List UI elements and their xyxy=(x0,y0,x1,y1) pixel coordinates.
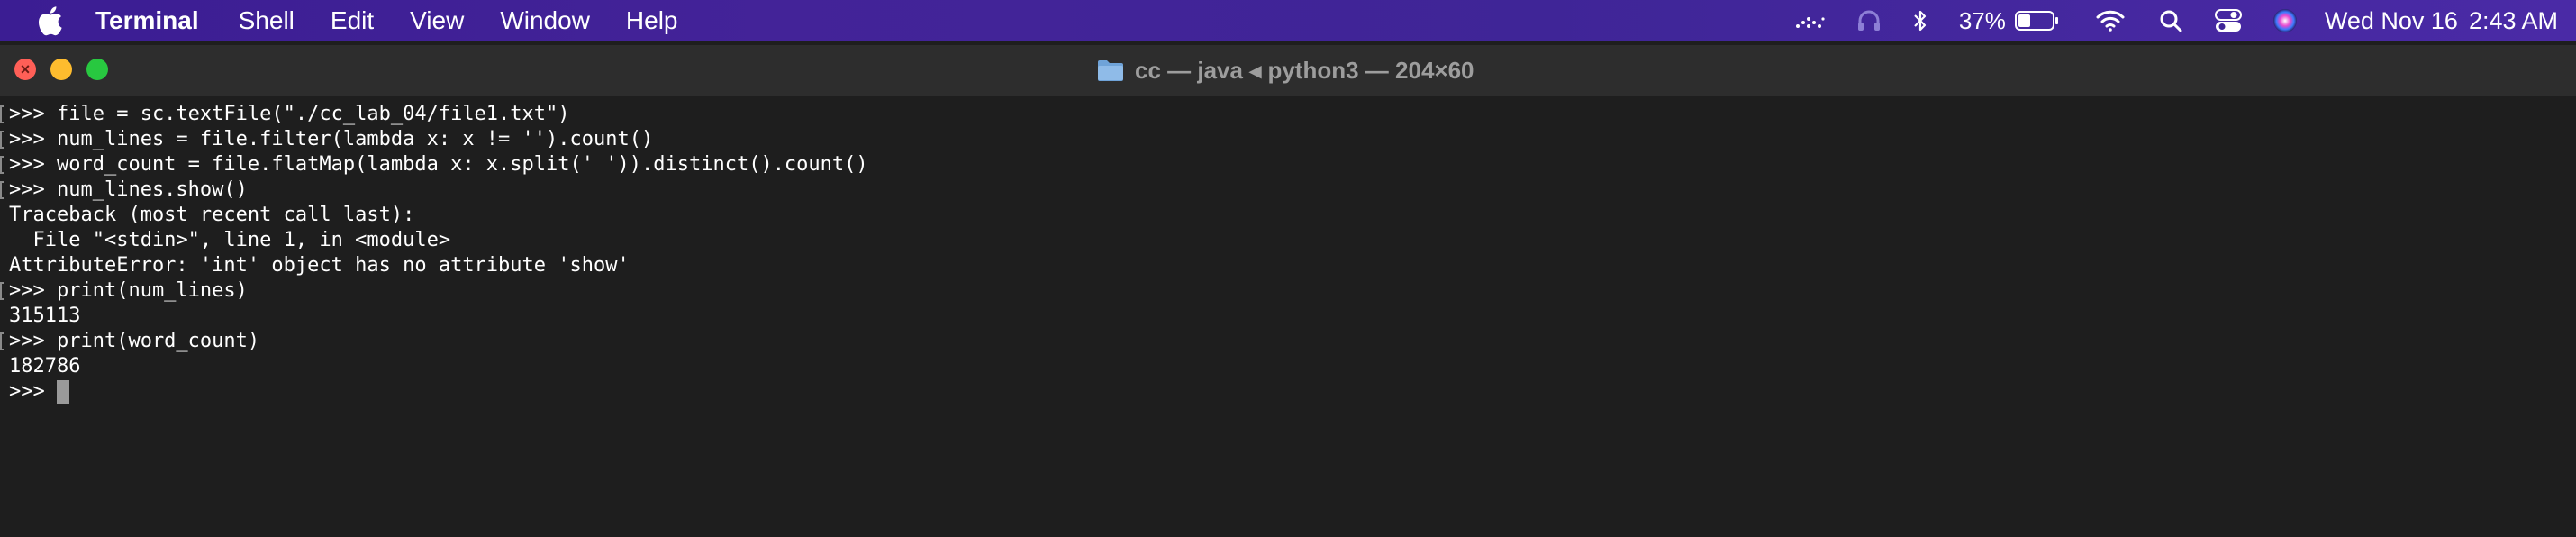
control-center-icon[interactable] xyxy=(2214,0,2242,41)
siri-icon[interactable] xyxy=(2272,0,2298,41)
line-text: 315113 xyxy=(9,305,81,327)
title-bar[interactable]: × cc — java ◂ python3 — 204×60 xyxy=(0,45,2576,96)
menu-window[interactable]: Window xyxy=(500,6,590,35)
prompt-mark xyxy=(0,332,4,350)
menu-bar: Terminal Shell Edit View Window Help 37%… xyxy=(0,0,2576,41)
prompt-mark xyxy=(0,156,4,174)
search-icon[interactable] xyxy=(2159,0,2182,41)
terminal-output[interactable]: >>> file = sc.textFile("./cc_lab_04/file… xyxy=(0,96,2576,537)
line-text: >>> print(num_lines) xyxy=(9,279,248,302)
apple-menu-icon[interactable] xyxy=(32,5,67,37)
clock[interactable]: Wed Nov 16 2:43 AM xyxy=(2325,7,2558,35)
line-text: >>> file = sc.textFile("./cc_lab_04/file… xyxy=(9,103,570,125)
date-text: Wed Nov 16 xyxy=(2324,6,2458,34)
terminal-line: >>> file = sc.textFile("./cc_lab_04/file… xyxy=(0,102,2576,127)
window-title: cc — java ◂ python3 — 204×60 xyxy=(1097,45,1474,96)
headphones-icon[interactable] xyxy=(1856,0,1882,41)
text-cursor xyxy=(56,380,69,404)
line-text: >>> word_count = file.flatMap(lambda x: … xyxy=(9,153,868,176)
terminal-line: AttributeError: 'int' object has no attr… xyxy=(0,253,2576,278)
line-text: File "<stdin>", line 1, in <module> xyxy=(9,229,451,251)
prompt-mark xyxy=(0,282,4,300)
close-icon: × xyxy=(20,60,31,78)
prompt-mark xyxy=(0,181,4,199)
terminal-line: >>> num_lines.show() xyxy=(0,177,2576,203)
terminal-line: >>> print(num_lines) xyxy=(0,278,2576,304)
terminal-line: >>> print(word_count) xyxy=(0,329,2576,354)
bluetooth-icon[interactable] xyxy=(1912,0,1928,41)
maximize-button[interactable] xyxy=(86,59,108,80)
line-text: >>> num_lines = file.filter(lambda x: x … xyxy=(9,128,654,150)
line-text: AttributeError: 'int' object has no attr… xyxy=(9,254,630,277)
terminal-line: Traceback (most recent call last): xyxy=(0,203,2576,228)
window-title-text: cc — java ◂ python3 — 204×60 xyxy=(1135,56,1474,84)
folder-icon xyxy=(1097,59,1124,82)
line-text: 182786 xyxy=(9,355,81,378)
menu-help[interactable]: Help xyxy=(626,6,678,35)
prompt-text: >>> xyxy=(9,380,57,403)
line-text: >>> print(word_count) xyxy=(9,330,260,352)
battery-status[interactable]: 37% xyxy=(1959,0,2060,41)
status-area: 37% Wed Nov 16 2:43 AM xyxy=(1795,0,2576,41)
terminal-line: 182786 xyxy=(0,354,2576,379)
terminal-line: >>> num_lines = file.filter(lambda x: x … xyxy=(0,127,2576,152)
menu-view[interactable]: View xyxy=(410,6,464,35)
battery-icon xyxy=(2014,10,2060,32)
prompt-mark xyxy=(0,105,4,123)
wifi-icon[interactable] xyxy=(2096,0,2125,41)
menu-shell[interactable]: Shell xyxy=(239,6,295,35)
line-text: >>> num_lines.show() xyxy=(9,178,248,201)
prompt-mark xyxy=(0,131,4,149)
menu-edit[interactable]: Edit xyxy=(331,6,374,35)
line-text: Traceback (most recent call last): xyxy=(9,204,415,226)
terminal-prompt-line[interactable]: >>> xyxy=(0,379,2576,405)
battery-percent: 37% xyxy=(1958,6,2006,34)
terminal-window: × cc — java ◂ python3 — 204×60 >>> file … xyxy=(0,45,2576,537)
minimize-button[interactable] xyxy=(50,59,72,80)
close-button[interactable]: × xyxy=(14,59,36,80)
terminal-line: >>> word_count = file.flatMap(lambda x: … xyxy=(0,152,2576,177)
dots-icon[interactable] xyxy=(1795,0,1826,41)
terminal-line: 315113 xyxy=(0,304,2576,329)
menu-terminal[interactable]: Terminal xyxy=(95,6,199,35)
terminal-line: File "<stdin>", line 1, in <module> xyxy=(0,228,2576,253)
time-text: 2:43 AM xyxy=(2468,6,2558,34)
